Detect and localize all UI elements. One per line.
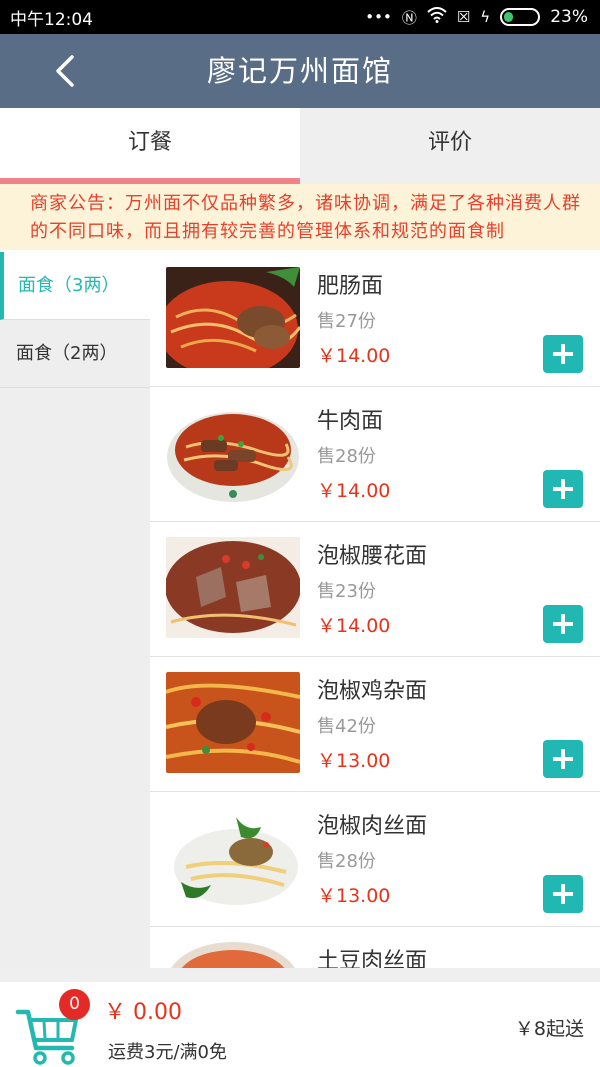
product-price: ￥13.00 (317, 885, 391, 907)
product-sales: 售28份 (317, 446, 376, 467)
tab-bar: 订餐 评价 (0, 108, 600, 184)
nfc-icon: Ⓝ (401, 8, 417, 27)
product-name: 牛肉面 (317, 409, 384, 434)
cart-total: ￥ 0.00 (104, 1000, 182, 1025)
sim-icon: ☒ (456, 8, 471, 26)
more-icon: ••• (365, 8, 392, 26)
product-image (166, 807, 300, 908)
add-to-cart-button[interactable] (543, 470, 583, 508)
add-to-cart-button[interactable] (543, 875, 583, 913)
category-item-noodles-2liang[interactable]: 面食（2两） (0, 320, 150, 388)
product-image (166, 942, 300, 968)
cart-count-badge: 0 (59, 989, 90, 1020)
title-bar: 廖记万州面馆 (0, 34, 600, 108)
battery-level: 23% (550, 7, 588, 27)
product-item[interactable]: 泡椒肉丝面 售28份 ￥13.00 (150, 792, 600, 927)
delivery-fee-text: 运费3元/满0免 (108, 1042, 227, 1063)
product-item[interactable]: 牛肉面 售28份 ￥14.00 (150, 387, 600, 522)
product-price: ￥14.00 (317, 345, 391, 367)
product-price: ￥13.00 (317, 750, 391, 772)
product-name: 肥肠面 (317, 274, 384, 299)
product-item[interactable]: 泡椒腰花面 售23份 ￥14.00 (150, 522, 600, 657)
product-price: ￥14.00 (317, 615, 391, 637)
tab-reviews[interactable]: 评价 (300, 108, 600, 184)
product-sales: 售27份 (317, 311, 376, 332)
add-to-cart-button[interactable] (543, 605, 583, 643)
product-image (166, 537, 300, 638)
product-name: 泡椒鸡杂面 (317, 679, 428, 704)
category-sidebar: 面食（3两） 面食（2两） (0, 252, 150, 968)
merchant-notice: 商家公告：万州面不仅品种繁多，诸味协调，满足了各种消费人群的不同口味，而且拥有较… (0, 184, 600, 250)
status-bar: 中午12:04 ••• Ⓝ ☒ ϟ 23% (0, 0, 600, 34)
product-sales: 售23份 (317, 581, 376, 602)
product-price: ￥14.00 (317, 480, 391, 502)
product-item[interactable]: 土豆肉丝面 (150, 927, 600, 968)
add-to-cart-button[interactable] (543, 335, 583, 373)
cart-bar: 0 ￥ 0.00 运费3元/满0免 ￥8起送 (0, 968, 600, 1067)
product-image (166, 402, 300, 503)
product-name: 土豆肉丝面 (317, 949, 428, 968)
category-item-noodles-3liang[interactable]: 面食（3两） (0, 252, 150, 320)
product-name: 泡椒肉丝面 (317, 814, 428, 839)
product-image (166, 672, 300, 773)
product-list: 肥肠面 售27份 ￥14.00 牛肉面 售28份 ￥14.00 泡椒腰花面 售2… (150, 252, 600, 968)
wifi-icon (427, 7, 447, 27)
product-item[interactable]: 泡椒鸡杂面 售42份 ￥13.00 (150, 657, 600, 792)
minimum-order-text: ￥8起送 (514, 1018, 584, 1040)
status-time: 中午12:04 (10, 9, 93, 30)
charging-icon: ϟ (480, 8, 491, 26)
product-image (166, 267, 300, 368)
page-title: 廖记万州面馆 (206, 54, 393, 88)
product-sales: 售28份 (317, 851, 376, 872)
product-name: 泡椒腰花面 (317, 544, 428, 569)
tab-order[interactable]: 订餐 (0, 108, 300, 184)
product-item[interactable]: 肥肠面 售27份 ￥14.00 (150, 252, 600, 387)
status-icons: ••• Ⓝ ☒ ϟ 23% (365, 7, 588, 28)
add-to-cart-button[interactable] (543, 740, 583, 778)
product-sales: 售42份 (317, 716, 376, 737)
battery-icon (500, 8, 541, 26)
